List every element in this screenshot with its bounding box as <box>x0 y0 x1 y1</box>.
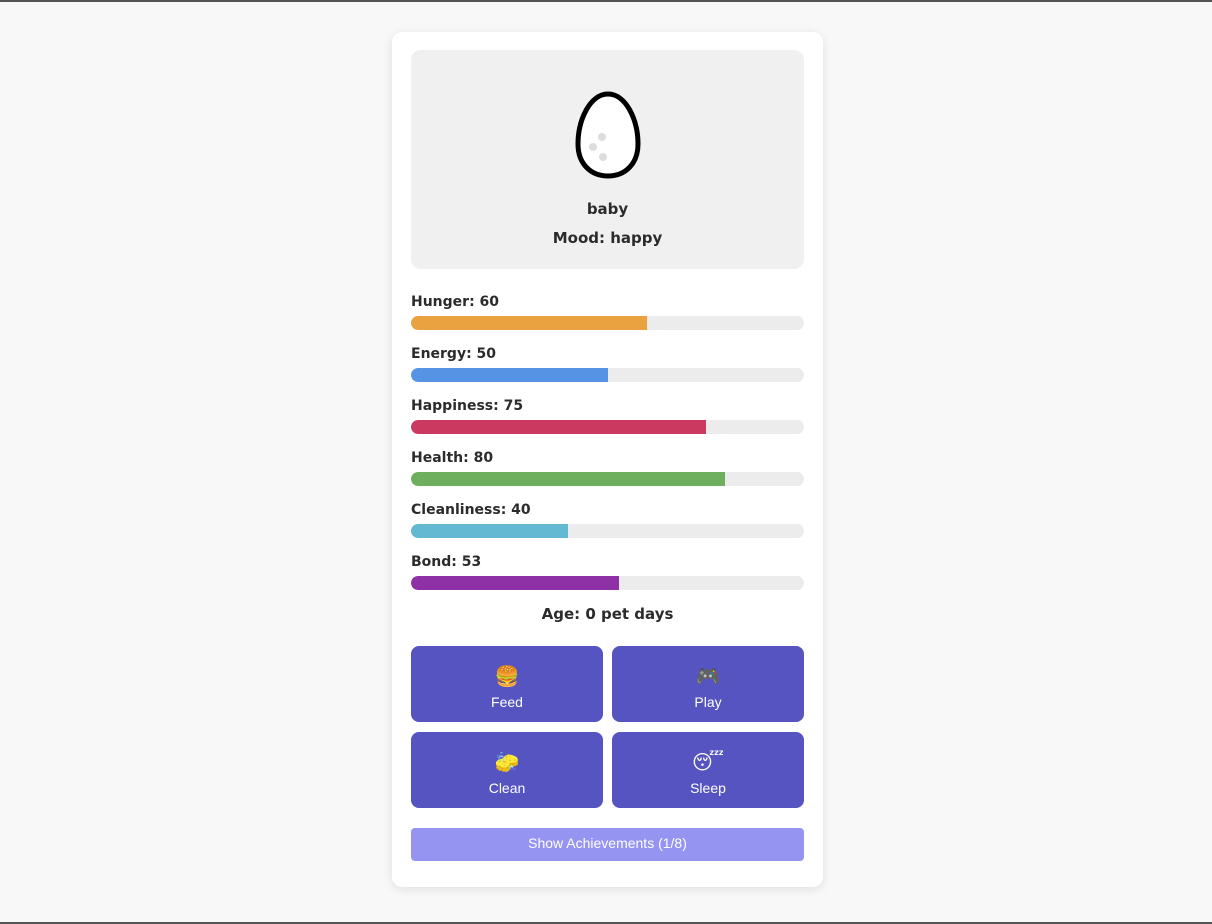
stat-hunger: Hunger: 60 <box>411 292 804 330</box>
stat-energy: Energy: 50 <box>411 344 804 382</box>
pet-stage: baby <box>586 200 629 218</box>
stat-label: Bond: 53 <box>411 554 482 570</box>
clean-button[interactable]: 🧽 Clean <box>411 732 603 808</box>
pet-age: Age: 0 pet days <box>541 605 674 623</box>
hunger-bar-fill <box>411 316 647 330</box>
show-achievements-button[interactable]: Show Achievements (1/8) <box>411 828 804 861</box>
sleep-button[interactable]: 😴 Sleep <box>612 732 804 808</box>
sleep-button-label: Sleep <box>690 780 726 796</box>
play-button-label: Play <box>694 694 722 710</box>
stat-bar-track <box>411 576 804 590</box>
egg-icon[interactable] <box>572 90 644 180</box>
stat-label: Energy: 50 <box>411 346 497 362</box>
sponge-icon: 🧽 <box>494 750 520 774</box>
pet-card: baby Mood: happy Hunger: 60 Energy: 50 H… <box>392 32 823 887</box>
stat-bar-track <box>411 524 804 538</box>
stat-cleanliness: Cleanliness: 40 <box>411 500 804 538</box>
burger-icon: 🍔 <box>494 664 520 688</box>
stat-happiness: Happiness: 75 <box>411 396 804 434</box>
happiness-bar-fill <box>411 420 706 434</box>
gamepad-icon: 🎮 <box>695 664 721 688</box>
bond-bar-fill <box>411 576 620 590</box>
sleeping-face-icon: 😴 <box>691 750 725 774</box>
cleanliness-bar-fill <box>411 524 569 538</box>
feed-button-label: Feed <box>491 694 523 710</box>
stat-bar-track <box>411 420 804 434</box>
stat-bar-track <box>411 472 804 486</box>
clean-button-label: Clean <box>488 780 526 796</box>
stat-label: Health: 80 <box>411 450 494 466</box>
feed-button[interactable]: 🍔 Feed <box>411 646 603 722</box>
stat-bar-track <box>411 316 804 330</box>
play-button[interactable]: 🎮 Play <box>612 646 804 722</box>
stat-bond: Bond: 53 <box>411 552 804 590</box>
pet-mood: Mood: happy <box>552 229 663 247</box>
health-bar-fill <box>411 472 726 486</box>
stat-label: Hunger: 60 <box>411 294 500 310</box>
stat-label: Cleanliness: 40 <box>411 502 531 518</box>
pet-display: baby Mood: happy <box>411 50 804 269</box>
energy-bar-fill <box>411 368 608 382</box>
stat-bar-track <box>411 368 804 382</box>
stat-label: Happiness: 75 <box>411 398 524 414</box>
stat-health: Health: 80 <box>411 448 804 486</box>
